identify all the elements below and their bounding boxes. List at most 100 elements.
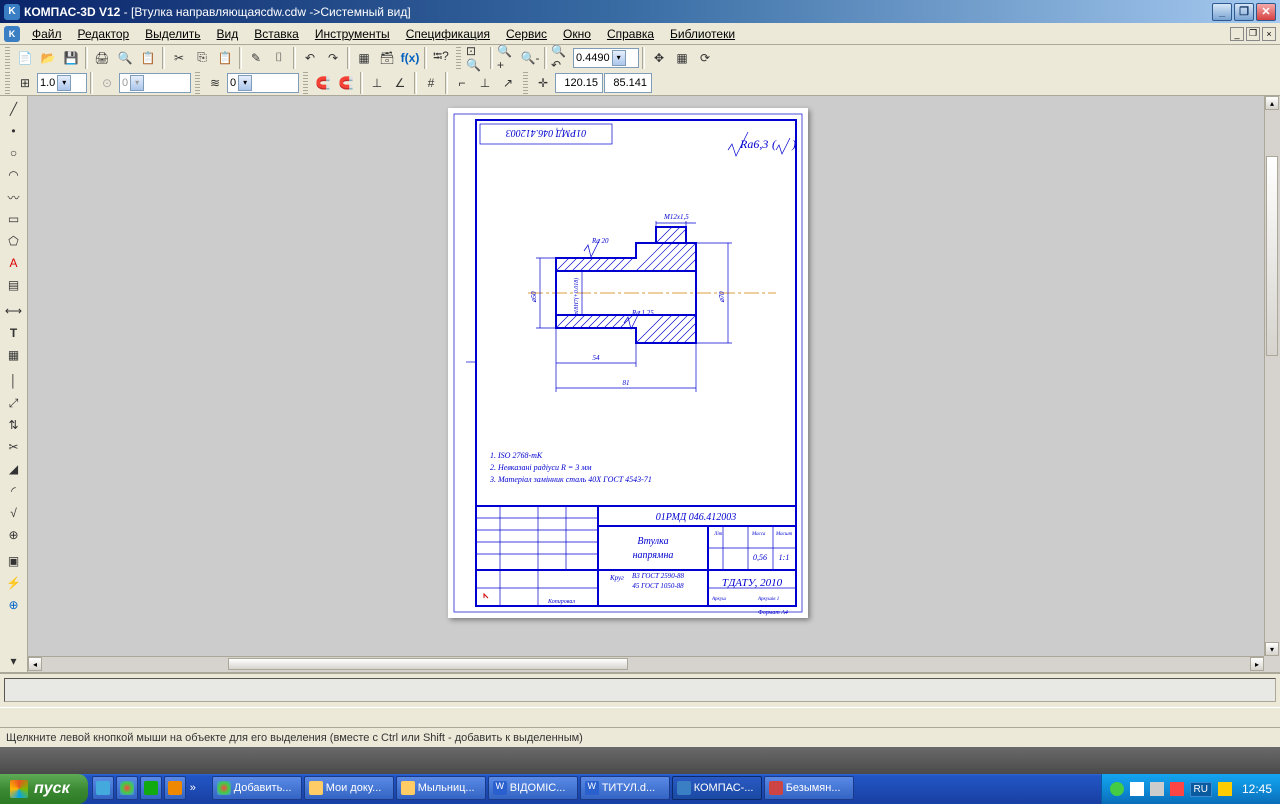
axis-tool-button[interactable]: │ — [2, 370, 26, 392]
polygon-tool-button[interactable]: ⬠ — [2, 230, 26, 252]
mirror-tool-button[interactable]: ⇅ — [2, 414, 26, 436]
copy-props-button[interactable]: ⌷ — [268, 47, 290, 69]
rect-tool-button[interactable]: ▭ — [2, 208, 26, 230]
trim-tool-button[interactable]: ✂ — [2, 436, 26, 458]
menu-window[interactable]: Окно — [555, 24, 599, 44]
ortho-button[interactable]: ⊥ — [366, 72, 388, 94]
preview-button[interactable]: 🔍 — [114, 47, 136, 69]
separator-bar[interactable] — [0, 707, 1280, 727]
horizontal-scrollbar[interactable]: ◂ ▸ — [28, 656, 1264, 672]
fx-button[interactable]: f(x) — [399, 47, 421, 69]
perp-snap-button[interactable]: ⊥ — [474, 72, 496, 94]
help-cursor-button[interactable]: ⭾? — [430, 47, 452, 69]
dim-tool-button[interactable]: ⟷ — [2, 300, 26, 322]
zoom-in-button[interactable]: 🔍+ — [496, 47, 518, 69]
zoom-prev-button[interactable]: 🔍↶ — [550, 47, 572, 69]
coord-y-field[interactable]: 85.141 — [604, 73, 652, 93]
task-item[interactable]: Добавить... — [212, 776, 302, 800]
zoom-out-button[interactable]: 🔍- — [519, 47, 541, 69]
ql-chrome-button[interactable] — [116, 776, 138, 800]
zoom-combo[interactable]: 0.4490▾ — [573, 48, 639, 68]
copy-button[interactable]: ⎘ — [191, 47, 213, 69]
minimize-button[interactable]: _ — [1212, 3, 1232, 21]
step-combo[interactable]: 0▾ — [119, 73, 191, 93]
zoom-window-button[interactable]: ⊡🔍 — [465, 47, 487, 69]
grid-button[interactable]: # — [420, 72, 442, 94]
pan-button[interactable]: ✥ — [648, 47, 670, 69]
coords-button[interactable]: ✛ — [532, 72, 554, 94]
tray-network-icon[interactable] — [1130, 782, 1144, 796]
tray-safely-remove-icon[interactable] — [1110, 782, 1124, 796]
grip-icon[interactable] — [195, 72, 200, 94]
language-indicator[interactable]: RU — [1190, 782, 1212, 797]
tolerance-tool-button[interactable]: ⊕ — [2, 524, 26, 546]
roughness-tool-button[interactable]: √ — [2, 502, 26, 524]
properties-button[interactable]: ✎ — [245, 47, 267, 69]
cut-button[interactable]: ✂ — [168, 47, 190, 69]
variable-button[interactable]: 🗃 — [376, 47, 398, 69]
drawing-canvas[interactable]: 01РМД 046.412003 Ra6,3 ( ) — [28, 96, 1280, 672]
menu-editor[interactable]: Редактор — [70, 24, 138, 44]
magnet-off-button[interactable]: 🧲 — [335, 72, 357, 94]
grid-toggle-button[interactable]: ⊞ — [14, 72, 36, 94]
task-item[interactable]: WВІДОМІС... — [488, 776, 578, 800]
mdi-restore-button[interactable]: ❐ — [1246, 27, 1260, 41]
menu-service[interactable]: Сервис — [498, 24, 555, 44]
menu-select[interactable]: Выделить — [137, 24, 208, 44]
menu-help[interactable]: Справка — [599, 24, 662, 44]
circle-tool-button[interactable]: ○ — [2, 142, 26, 164]
library-button[interactable]: ▦ — [353, 47, 375, 69]
grip-icon[interactable] — [303, 72, 308, 94]
expand-palette-button[interactable]: ▾ — [2, 650, 26, 672]
grip-icon[interactable] — [5, 72, 10, 94]
break-tool-button[interactable]: ⤢ — [2, 392, 26, 414]
open-button[interactable]: 📂 — [37, 47, 59, 69]
spec-button[interactable]: 📋 — [137, 47, 159, 69]
grip-icon[interactable] — [5, 47, 10, 69]
paste-button[interactable]: 📋 — [214, 47, 236, 69]
print-button[interactable]: 🖨 — [91, 47, 113, 69]
maximize-button[interactable]: ❐ — [1234, 3, 1254, 21]
magnet-on-button[interactable]: 🧲 — [312, 72, 334, 94]
tray-msg-icon[interactable] — [1218, 782, 1232, 796]
spline-tool-button[interactable]: 〰 — [2, 186, 26, 208]
mdi-close-button[interactable]: × — [1262, 27, 1276, 41]
new-button[interactable]: 📄 — [14, 47, 36, 69]
point-tool-button[interactable]: • — [2, 120, 26, 142]
task-item-active[interactable]: КОМПАС-... — [672, 776, 762, 800]
scale-combo[interactable]: 1.0▾ — [37, 73, 87, 93]
layer-combo[interactable]: 0▾ — [227, 73, 299, 93]
measure-tool-button[interactable]: ⊕ — [2, 594, 26, 616]
param-tool-button[interactable]: ⚡ — [2, 572, 26, 594]
view-tool-button[interactable]: ▣ — [2, 550, 26, 572]
clock[interactable]: 12:45 — [1242, 782, 1272, 796]
line-tool-button[interactable]: ╱ — [2, 98, 26, 120]
coord-x-field[interactable]: 120.15 — [555, 73, 603, 93]
layers-button[interactable]: ≋ — [204, 72, 226, 94]
fillet-tool-button[interactable]: ◜ — [2, 480, 26, 502]
task-item[interactable]: Мыльниц... — [396, 776, 486, 800]
undo-button[interactable]: ↶ — [299, 47, 321, 69]
tray-shield-icon[interactable] — [1170, 782, 1184, 796]
task-item[interactable]: Мои доку... — [304, 776, 394, 800]
task-item[interactable]: Безымян... — [764, 776, 854, 800]
menu-file[interactable]: Файл — [24, 24, 70, 44]
polar-button[interactable]: ∠ — [389, 72, 411, 94]
refresh-button[interactable]: ⟳ — [694, 47, 716, 69]
close-button[interactable]: ✕ — [1256, 3, 1276, 21]
menu-view[interactable]: Вид — [209, 24, 247, 44]
save-button[interactable]: 💾 — [60, 47, 82, 69]
vertical-scrollbar[interactable]: ▴ ▾ — [1264, 96, 1280, 656]
mdi-minimize-button[interactable]: _ — [1230, 27, 1244, 41]
snap-button[interactable]: ⊙ — [96, 72, 118, 94]
table-tool-button[interactable]: ▦ — [2, 344, 26, 366]
ql-desktop-button[interactable] — [92, 776, 114, 800]
menu-tools[interactable]: Инструменты — [307, 24, 398, 44]
hatch-tool-button[interactable]: ▤ — [2, 274, 26, 296]
label-tool-button[interactable]: T — [2, 322, 26, 344]
chamfer-tool-button[interactable]: ◢ — [2, 458, 26, 480]
redo-button[interactable]: ↷ — [322, 47, 344, 69]
menu-insert[interactable]: Вставка — [246, 24, 307, 44]
ql-app2-button[interactable] — [164, 776, 186, 800]
property-panel-inner[interactable] — [4, 678, 1276, 702]
